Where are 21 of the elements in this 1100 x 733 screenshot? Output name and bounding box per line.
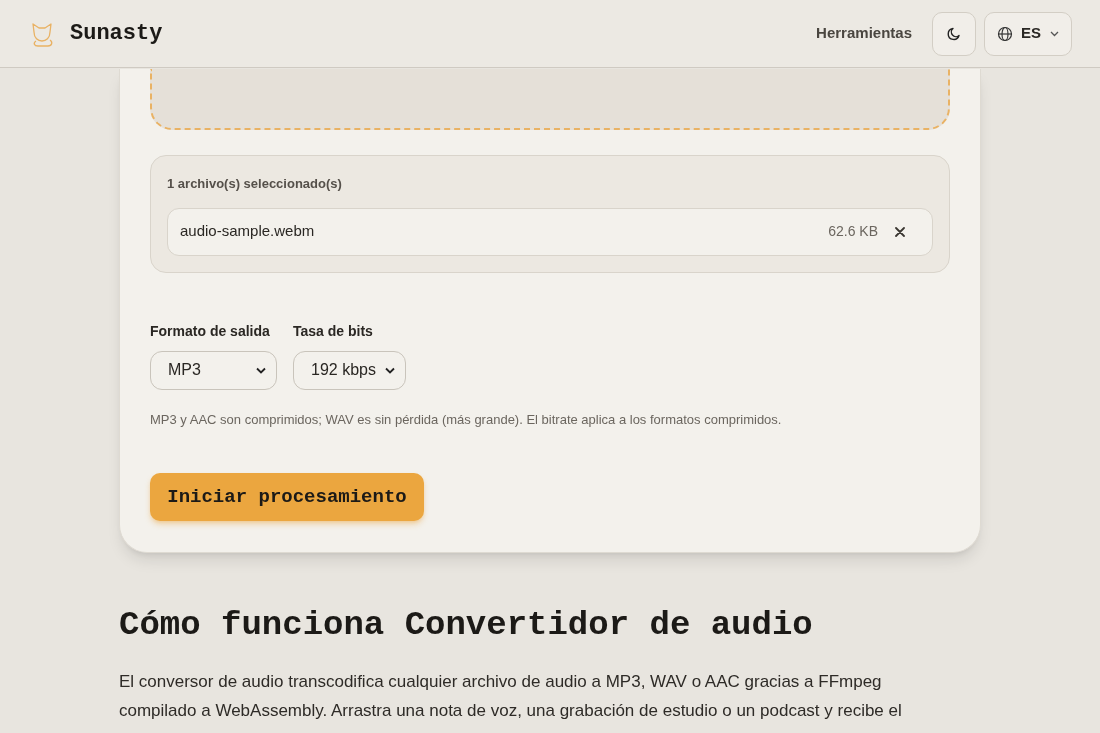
format-note: MP3 y AAC son comprimidos; WAV es sin pérdida (más grande). El bitrate aplica a los formatos comprimidos.	[150, 410, 783, 429]
file-name: audio-sample.webm	[180, 221, 315, 242]
setting-label: Tasa de bits	[293, 321, 374, 341]
tools-link[interactable]: Herramientas	[816, 22, 912, 45]
start-processing-button[interactable]: Iniciar procesamiento	[150, 473, 424, 521]
language-button[interactable]: ES	[984, 11, 1072, 56]
dropdown[interactable]: MP3	[150, 350, 277, 390]
chevron-down-icon	[256, 366, 266, 374]
files-count-label: 1 archivo(s) seleccionado(s)	[167, 175, 343, 193]
file-size: 62.6 KB	[828, 222, 878, 241]
globe-icon	[997, 25, 1013, 42]
section-heading: Cómo funciona Convertidor de audio	[119, 605, 814, 645]
close-icon[interactable]	[895, 226, 905, 237]
moon-icon	[947, 26, 961, 41]
brand-name[interactable]: Sunasty	[70, 17, 163, 50]
caret-icon	[1050, 30, 1059, 37]
chevron-down-icon	[385, 366, 395, 374]
dark-mode-button[interactable]	[932, 11, 976, 56]
dropdown[interactable]: 192 kbps	[293, 350, 406, 390]
section-paragraph: El conversor de audio transcodifica cualquier archivo de audio a MP3, WAV o AAC gracias a FFmpeg compilado a WebAssembly. Arrastra una nota de voz, una grabación de estudio o un podcast y recibe el	[119, 671, 903, 722]
setting-label: Formato de salida	[150, 321, 271, 341]
